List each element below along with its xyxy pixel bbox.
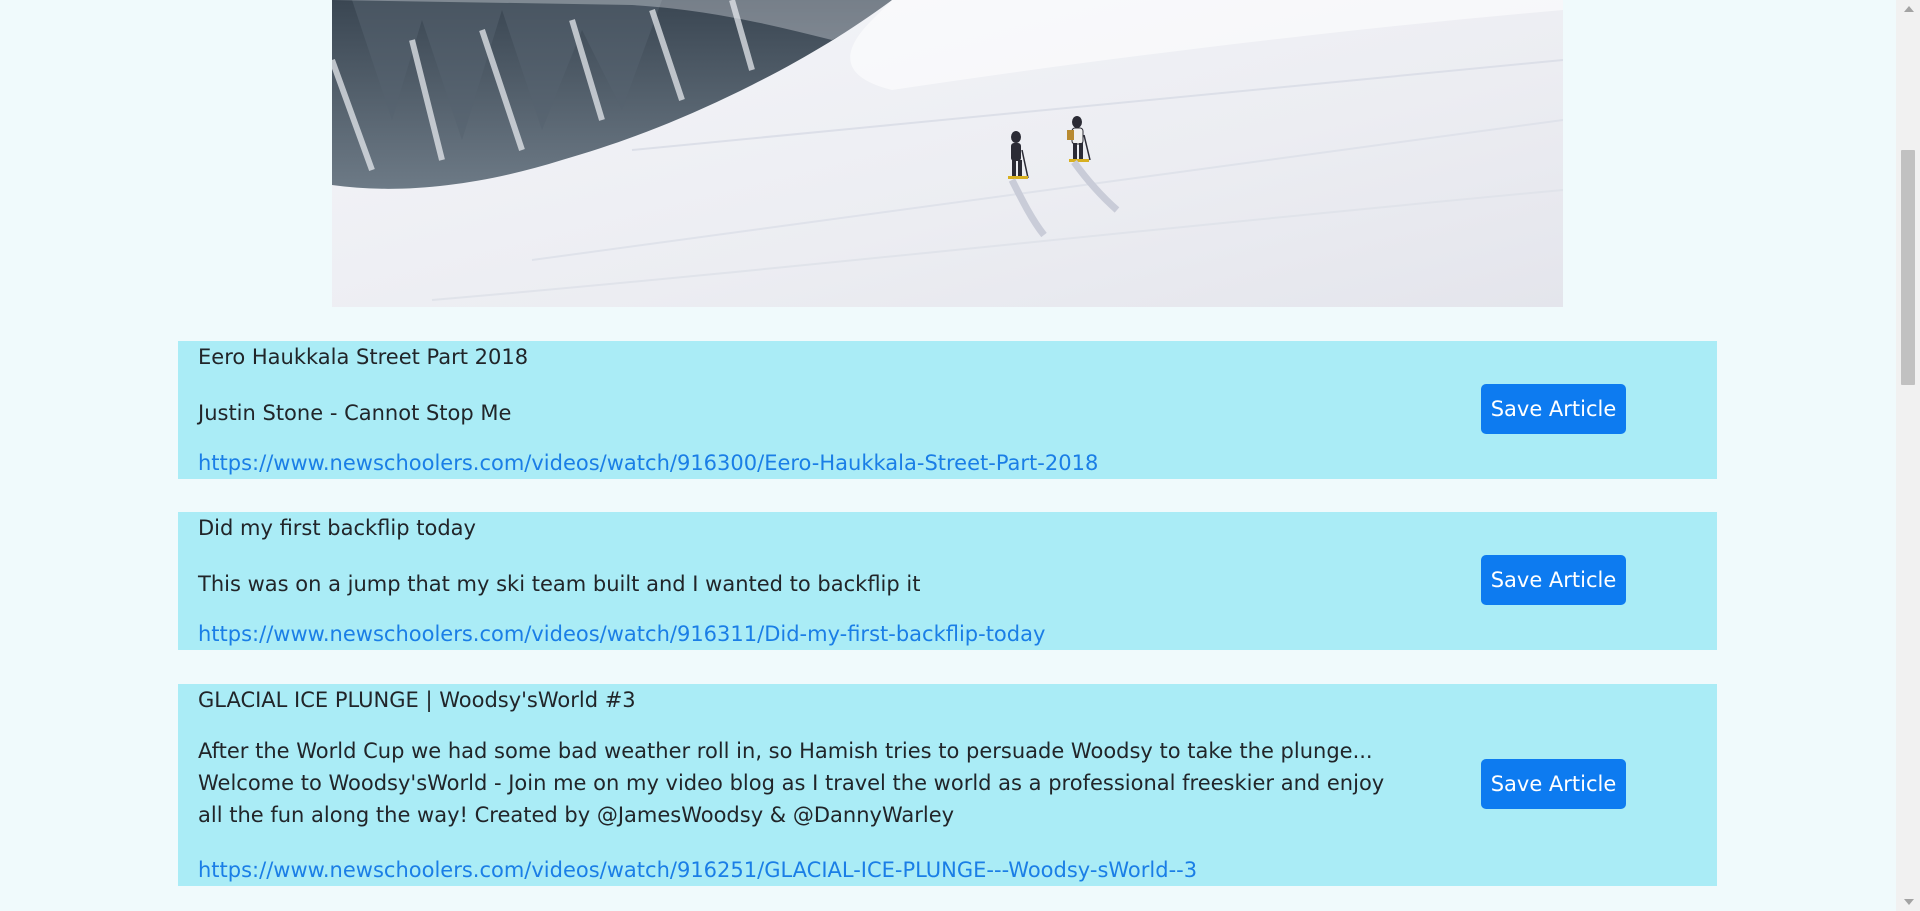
- article-title: Eero Haukkala Street Part 2018: [198, 345, 529, 369]
- article-card: Did my first backflip today This was on …: [178, 512, 1717, 650]
- article-description: Justin Stone - Cannot Stop Me: [198, 401, 512, 425]
- page: Eero Haukkala Street Part 2018 Justin St…: [0, 0, 1896, 911]
- hero-image: [332, 0, 1563, 307]
- scroll-thumb[interactable]: [1901, 150, 1915, 385]
- save-article-button[interactable]: Save Article: [1481, 759, 1626, 809]
- article-card: GLACIAL ICE PLUNGE | Woodsy'sWorld #3 Af…: [178, 684, 1717, 886]
- scroll-up-icon[interactable]: [1904, 6, 1914, 12]
- scroll-down-icon[interactable]: [1904, 899, 1914, 905]
- article-card: Eero Haukkala Street Part 2018 Justin St…: [178, 341, 1717, 479]
- article-link[interactable]: https://www.newschoolers.com/videos/watc…: [198, 858, 1197, 882]
- article-description: This was on a jump that my ski team buil…: [198, 572, 921, 596]
- article-title: GLACIAL ICE PLUNGE | Woodsy'sWorld #3: [198, 688, 636, 712]
- snow-mountain-image: [332, 0, 1563, 307]
- article-title: Did my first backflip today: [198, 516, 476, 540]
- save-article-button[interactable]: Save Article: [1481, 555, 1626, 605]
- vertical-scrollbar[interactable]: [1896, 0, 1920, 911]
- article-link[interactable]: https://www.newschoolers.com/videos/watc…: [198, 622, 1045, 646]
- article-description: After the World Cup we had some bad weat…: [198, 739, 1385, 827]
- save-article-button[interactable]: Save Article: [1481, 384, 1626, 434]
- article-link[interactable]: https://www.newschoolers.com/videos/watc…: [198, 451, 1098, 475]
